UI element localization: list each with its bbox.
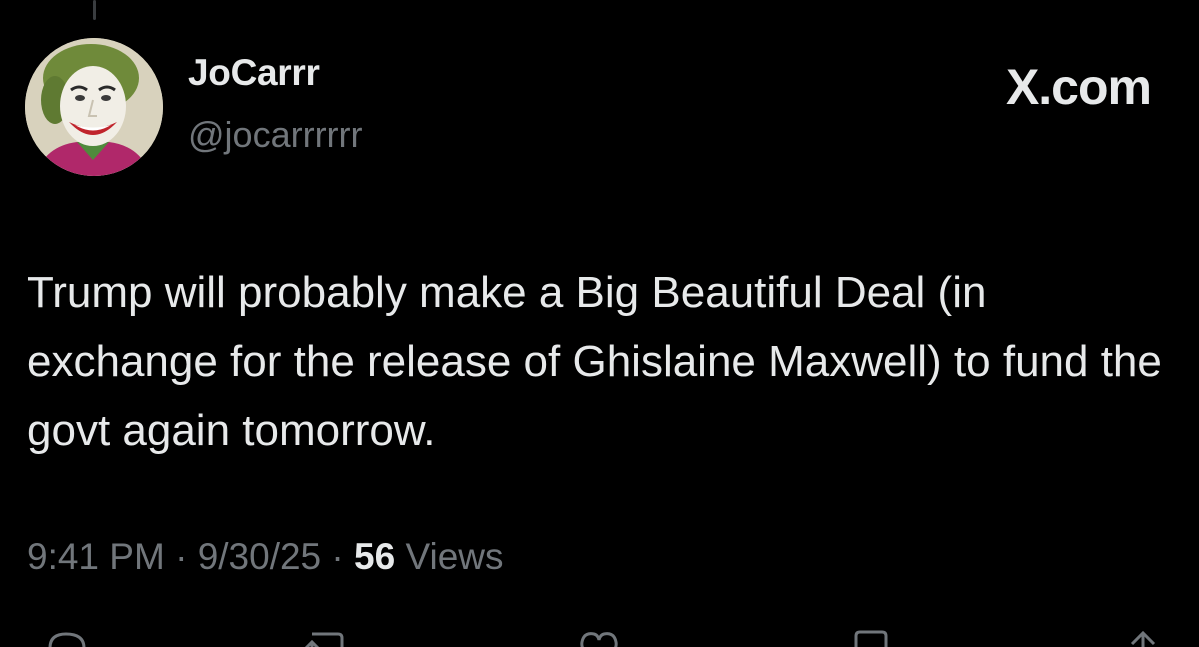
views-count: 56 xyxy=(354,536,396,577)
views-label: Views xyxy=(405,536,504,577)
like-icon[interactable] xyxy=(574,630,624,647)
tweet-time[interactable]: 9:41 PM xyxy=(27,536,165,577)
tweet-text: Trump will probably make a Big Beautiful… xyxy=(27,268,1162,455)
joker-portrait-image xyxy=(25,38,163,176)
tweet-date[interactable]: 9/30/25 xyxy=(198,536,321,577)
meta-separator: · xyxy=(175,536,188,577)
repost-icon[interactable] xyxy=(302,630,352,647)
author-display-name[interactable]: JoCarrr xyxy=(188,52,320,94)
thread-connector-line xyxy=(93,0,96,20)
tweet-action-bar xyxy=(0,630,1199,647)
author-handle[interactable]: @jocarrrrrr xyxy=(188,114,363,156)
tweet-metadata: 9:41 PM · 9/30/25 · 56 Views xyxy=(27,536,504,578)
reply-icon[interactable] xyxy=(42,630,92,647)
bookmark-icon[interactable] xyxy=(846,630,896,647)
meta-separator: · xyxy=(331,536,344,577)
x-com-logo-text: X.com xyxy=(1005,59,1152,115)
avatar[interactable] xyxy=(25,38,163,176)
share-icon[interactable] xyxy=(1118,630,1168,647)
